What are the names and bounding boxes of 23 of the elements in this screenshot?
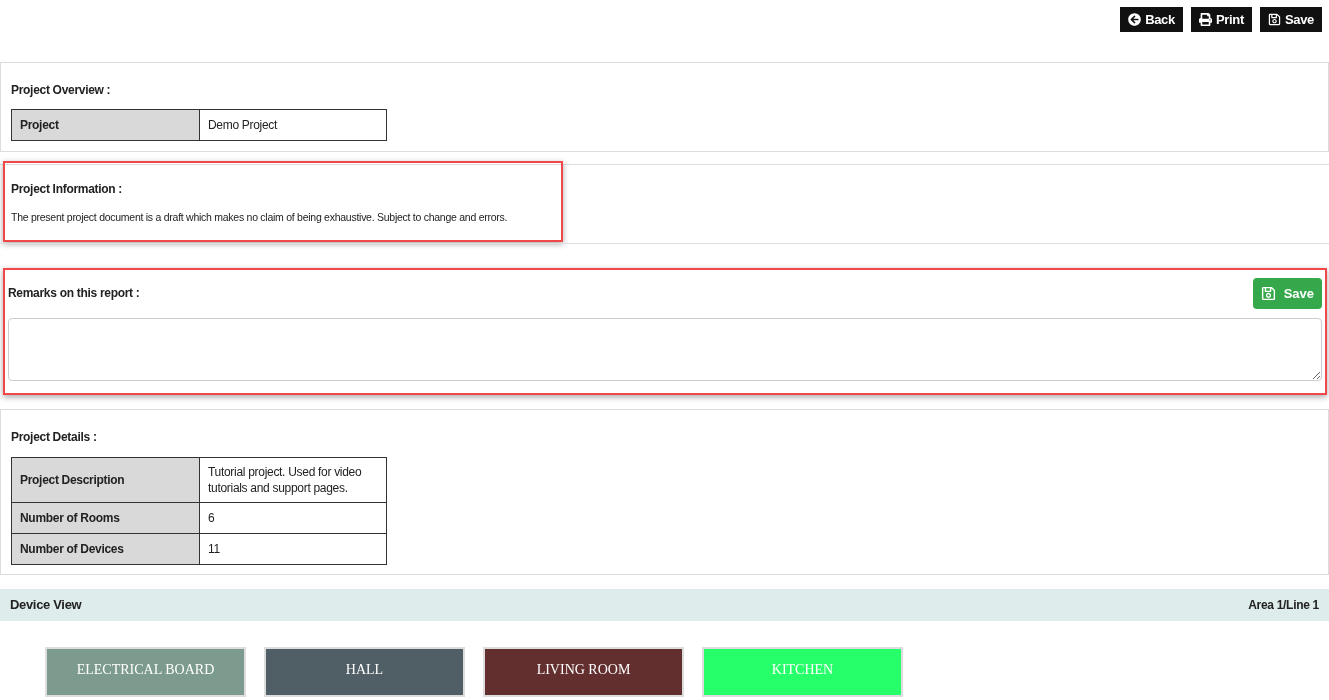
location-label: Area 1/Line 1 bbox=[1248, 596, 1319, 614]
table-cell: 11 bbox=[199, 533, 387, 565]
print-button[interactable]: Print bbox=[1190, 7, 1252, 32]
section-title: Project Overview : bbox=[11, 82, 112, 99]
section-title: Project Details : bbox=[11, 428, 98, 446]
table-cell: Tutorial project. Used for video tutorials and support pages. bbox=[199, 457, 387, 503]
table-cell: Number of Rooms bbox=[11, 502, 200, 534]
room-tile[interactable]: HALL bbox=[264, 646, 465, 697]
table-cell: Number of Devices bbox=[11, 533, 200, 565]
printer-icon bbox=[1198, 13, 1212, 26]
remarks-field[interactable] bbox=[8, 317, 1322, 381]
table-cell: 6 bbox=[199, 502, 387, 534]
table-cell: Project Description bbox=[11, 457, 200, 503]
table-cell: Demo Project bbox=[199, 109, 387, 141]
section-title: Device View bbox=[10, 596, 82, 614]
section-title: Project Information : bbox=[11, 181, 124, 198]
table-cell: Project bbox=[11, 109, 200, 141]
back-button[interactable]: Back bbox=[1120, 7, 1183, 32]
arrow-left-icon bbox=[1128, 13, 1142, 26]
information-text: The present project document is a draft which makes no claim of being exhaustive. Subject to change and errors. bbox=[11, 210, 509, 225]
save-button[interactable]: Save bbox=[1259, 7, 1322, 32]
section-title: Remarks on this report : bbox=[8, 285, 140, 303]
room-tile[interactable]: LIVING ROOM bbox=[483, 646, 684, 697]
